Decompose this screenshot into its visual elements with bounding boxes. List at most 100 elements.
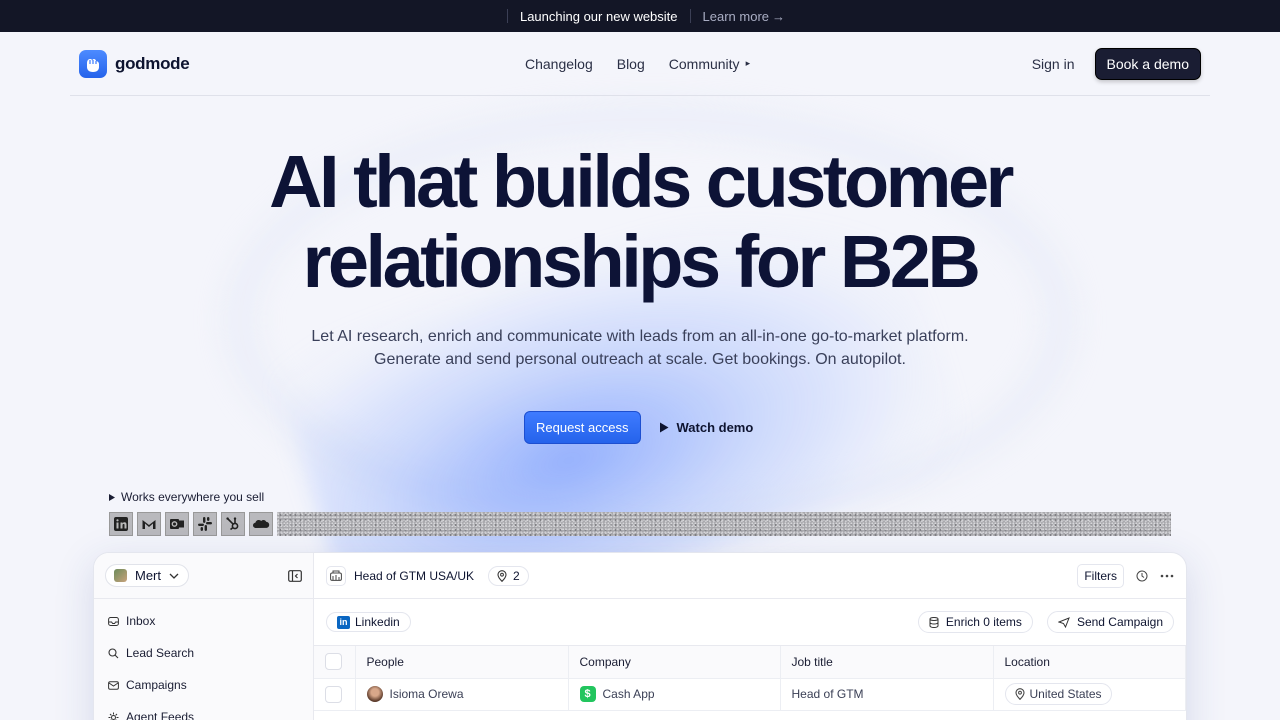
app-main: Head of GTM USA/UK 2 Filters in Linkedin… (314, 553, 1186, 720)
caret-right-icon: ▸ (745, 58, 751, 68)
send-campaign-label: Send Campaign (1076, 615, 1163, 629)
filters-button[interactable]: Filters (1077, 563, 1124, 588)
cta-row: Request access Watch demo (524, 411, 753, 444)
location-count: 2 (513, 568, 520, 583)
sidebar-header: Mert (94, 553, 313, 599)
sign-in-link[interactable]: Sign in (1032, 56, 1075, 72)
book-demo-button[interactable]: Book a demo (1094, 47, 1201, 80)
collapse-sidebar-icon[interactable] (288, 569, 302, 582)
divider (689, 9, 691, 23)
sidebar-item-lead-search[interactable]: Lead Search (94, 637, 313, 669)
job-title-cell: Head of GTM (780, 678, 994, 711)
sidebar-item-label: Campaigns (126, 678, 187, 692)
outlook-icon (165, 512, 189, 536)
hero-title-line-1: AI that builds customer (269, 140, 1014, 223)
slack-icon (193, 512, 217, 536)
send-campaign-button[interactable]: Send Campaign (1046, 611, 1174, 633)
company-cell: $ Cash App (568, 678, 781, 711)
logo[interactable]: godmode (79, 49, 190, 78)
sidebar-item-agent-feeds[interactable]: Agent Feeds (94, 701, 313, 720)
user-switcher[interactable]: Mert (105, 564, 189, 587)
works-everywhere-toggle[interactable]: Works everywhere you sell (109, 490, 264, 504)
avatar (366, 686, 383, 702)
fist-logo-icon (79, 49, 107, 78)
enrich-button[interactable]: Enrich 0 items (917, 611, 1033, 633)
user-name: Mert (135, 568, 161, 583)
column-header-people[interactable]: People (355, 646, 569, 679)
source-label: Linkedin (355, 615, 400, 629)
column-header-job-title[interactable]: Job title (780, 646, 994, 679)
app-preview: Mert Inbox Lead Search Campaigns Agent F… (93, 552, 1187, 720)
location-chip: United States (1004, 683, 1112, 705)
search-list-icon (326, 565, 346, 586)
sidebar-item-inbox[interactable]: Inbox (94, 605, 313, 637)
search-title: Head of GTM USA/UK (354, 568, 475, 583)
nav-community-label: Community (668, 55, 740, 72)
integrations-strip (109, 512, 1171, 536)
arrow-right-icon: → (772, 8, 786, 24)
announcement-text: Launching our new website (519, 8, 678, 24)
triangle-right-icon (109, 493, 115, 501)
learn-more-label: Learn more (702, 8, 770, 24)
leads-table: People Company Job title Location Isioma… (314, 646, 1186, 711)
location-cell: United States (993, 678, 1186, 711)
hero-subtitle-line-2: Generate and send personal outreach at s… (374, 351, 906, 368)
table-header-row: People Company Job title Location (314, 646, 1186, 679)
row-select-cell (314, 678, 356, 711)
nav-blog[interactable]: Blog (617, 56, 645, 72)
sidebar-item-campaigns[interactable]: Campaigns (94, 669, 313, 701)
integrations-overflow (277, 512, 1171, 536)
gmail-icon (137, 512, 161, 536)
linkedin-icon: in (337, 615, 350, 629)
select-all-checkbox[interactable] (325, 653, 342, 671)
column-header-company[interactable]: Company (568, 646, 781, 679)
hero-title-line-2: relationships for B2B (302, 220, 981, 303)
sidebar-items: Inbox Lead Search Campaigns Agent Feeds (94, 599, 313, 720)
source-linkedin-chip[interactable]: in Linkedin (326, 612, 411, 632)
column-header-location[interactable]: Location (993, 646, 1186, 679)
inbox-icon (108, 616, 119, 626)
location-label: United States (1029, 687, 1102, 701)
mail-icon (108, 680, 119, 690)
nav-links: Changelog Blog Community ▸ (525, 56, 750, 72)
hero-title: AI that builds customer relationships fo… (0, 142, 1280, 302)
nav-actions: Sign in Book a demo (1032, 47, 1201, 80)
agent-feeds-icon (108, 712, 119, 720)
sidebar-item-label: Lead Search (126, 646, 195, 660)
database-icon (929, 616, 939, 628)
results-toolbar: in Linkedin Enrich 0 items Send Campaign (314, 599, 1186, 646)
nav-community[interactable]: Community ▸ (669, 56, 750, 72)
company-name: Cash App (602, 687, 655, 701)
request-access-button[interactable]: Request access (524, 411, 641, 444)
person-name: Isioma Orewa (389, 687, 464, 701)
map-pin-icon (1014, 688, 1025, 700)
map-pin-icon (497, 569, 507, 582)
works-everywhere-label: Works everywhere you sell (121, 490, 265, 504)
table-row[interactable]: Isioma Orewa $ Cash App Head of GTM Unit… (314, 678, 1186, 711)
watch-demo-button[interactable]: Watch demo (659, 420, 754, 435)
sidebar-item-label: Agent Feeds (126, 710, 195, 720)
nav-changelog[interactable]: Changelog (525, 56, 593, 72)
hero-subtitle-line-1: Let AI research, enrich and communicate … (311, 328, 969, 345)
select-all-cell (314, 646, 356, 679)
row-checkbox[interactable] (325, 685, 342, 703)
top-nav: godmode Changelog Blog Community ▸ Sign … (70, 32, 1210, 96)
search-header: Head of GTM USA/UK 2 Filters (314, 553, 1186, 599)
app-sidebar: Mert Inbox Lead Search Campaigns Agent F… (94, 553, 314, 720)
hero-subtitle: Let AI research, enrich and communicate … (0, 325, 1280, 371)
chevron-down-icon (169, 573, 179, 579)
play-icon (659, 422, 668, 433)
enrich-label: Enrich 0 items (945, 615, 1022, 629)
avatar (114, 569, 127, 582)
watch-demo-label: Watch demo (676, 420, 754, 435)
salesforce-icon (249, 512, 273, 536)
divider (506, 9, 508, 23)
search-icon (108, 647, 119, 658)
location-count-chip[interactable]: 2 (488, 565, 529, 586)
sidebar-item-label: Inbox (126, 614, 156, 628)
announcement-bar: Launching our new website Learn more → (0, 0, 1280, 32)
linkedin-icon (109, 512, 133, 536)
learn-more-link[interactable]: Learn more → (703, 9, 785, 24)
more-icon[interactable] (1160, 574, 1174, 578)
history-icon[interactable] (1136, 570, 1148, 582)
